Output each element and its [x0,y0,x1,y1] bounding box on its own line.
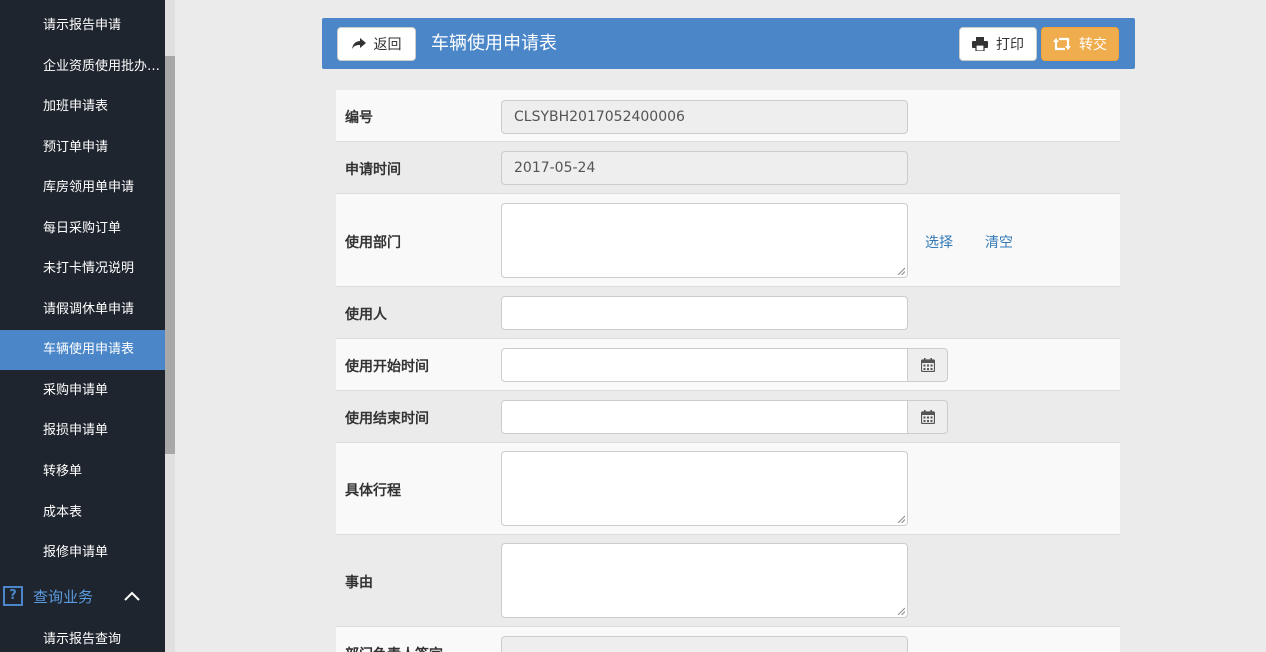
field-label: 使用结束时间 [345,411,429,427]
sidebar-section-query[interactable]: ? 查询业务 [0,574,165,618]
number-field: CLSYBH2017052400006 [501,100,908,134]
transfer-button[interactable]: 转交 [1041,27,1119,61]
apply-time-value: 2017-05-24 [514,160,596,176]
field-label: 使用开始时间 [345,359,429,375]
form-row-end-time: 使用结束时间 [336,391,1120,443]
print-button-label: 打印 [996,37,1024,53]
apply-time-field: 2017-05-24 [501,151,908,185]
form-row-user: 使用人 [336,287,1120,339]
form-row-reason: 事由 [336,535,1120,627]
chevron-up-icon [124,591,140,601]
sidebar-item[interactable]: 未打卡情况说明 [0,249,165,289]
sidebar-item[interactable]: 每日采购订单 [0,209,165,249]
sidebar-item[interactable]: 预订单申请 [0,128,165,168]
manager-signature-field [501,636,908,652]
field-label: 事由 [345,575,373,591]
field-label: 使用人 [345,307,387,323]
form-row-department: 使用部门 选择 清空 [336,194,1120,287]
sidebar-item[interactable]: 转移单 [0,452,165,492]
form-row-apply-time: 申请时间 2017-05-24 [336,142,1120,194]
start-time-calendar-button[interactable] [908,348,948,382]
number-value: CLSYBH2017052400006 [514,109,685,125]
field-label: 使用部门 [345,235,401,251]
sidebar-item[interactable]: 请示报告查询 [0,620,165,652]
field-label: 编号 [345,110,373,126]
department-textarea[interactable] [501,203,908,278]
sidebar-item[interactable]: 库房领用单申请 [0,168,165,208]
calendar-icon [920,358,935,372]
end-time-calendar-button[interactable] [908,400,948,434]
user-input[interactable] [501,296,908,330]
page-title: 车辆使用申请表 [431,33,557,54]
clear-department-link[interactable]: 清空 [985,232,1013,252]
sidebar-item-active[interactable]: 车辆使用申请表 [0,330,165,370]
field-label: 部门负责人签字 [345,644,443,652]
form-row-manager-signature: 部门负责人签字 [336,627,1120,652]
resize-handle-icon[interactable] [897,267,905,275]
field-label: 具体行程 [345,483,401,499]
sidebar-item[interactable]: 企业资质使用批办单申请 [0,47,165,87]
printer-icon [972,37,988,51]
page-header: 返回 车辆使用申请表 打印 转交 [322,18,1135,69]
resize-handle-icon[interactable] [897,515,905,523]
back-button-label: 返回 [373,37,402,53]
sidebar-item[interactable]: 请假调休单申请 [0,290,165,330]
start-time-input[interactable] [501,348,908,382]
sidebar-item[interactable]: 成本表 [0,493,165,533]
calendar-icon [920,410,935,424]
resize-handle-icon[interactable] [897,607,905,615]
sidebar-item[interactable]: 报修申请单 [0,533,165,573]
sidebar-section-label: 查询业务 [33,587,94,606]
retweet-icon [1053,37,1071,51]
end-time-input[interactable] [501,400,908,434]
question-icon: ? [3,586,23,606]
sidebar-item[interactable]: 采购申请单 [0,371,165,411]
print-button[interactable]: 打印 [959,27,1037,61]
sidebar-item[interactable]: 请示报告申请 [0,6,165,46]
sidebar: 请示报告申请 企业资质使用批办单申请 加班申请表 预订单申请 库房领用单申请 每… [0,0,165,652]
field-label: 申请时间 [345,162,401,178]
reason-textarea[interactable] [501,543,908,618]
back-button[interactable]: 返回 [337,27,416,61]
transfer-button-label: 转交 [1079,37,1107,53]
sidebar-item[interactable]: 加班申请表 [0,87,165,127]
form-row-itinerary: 具体行程 [336,443,1120,535]
select-department-link[interactable]: 选择 [925,232,953,252]
scrollbar-thumb[interactable] [165,56,175,454]
form-row-start-time: 使用开始时间 [336,339,1120,391]
sidebar-item[interactable]: 报损申请单 [0,411,165,451]
share-arrow-icon [351,38,366,49]
itinerary-textarea[interactable] [501,451,908,526]
form-row-number: 编号 CLSYBH2017052400006 [336,90,1120,142]
